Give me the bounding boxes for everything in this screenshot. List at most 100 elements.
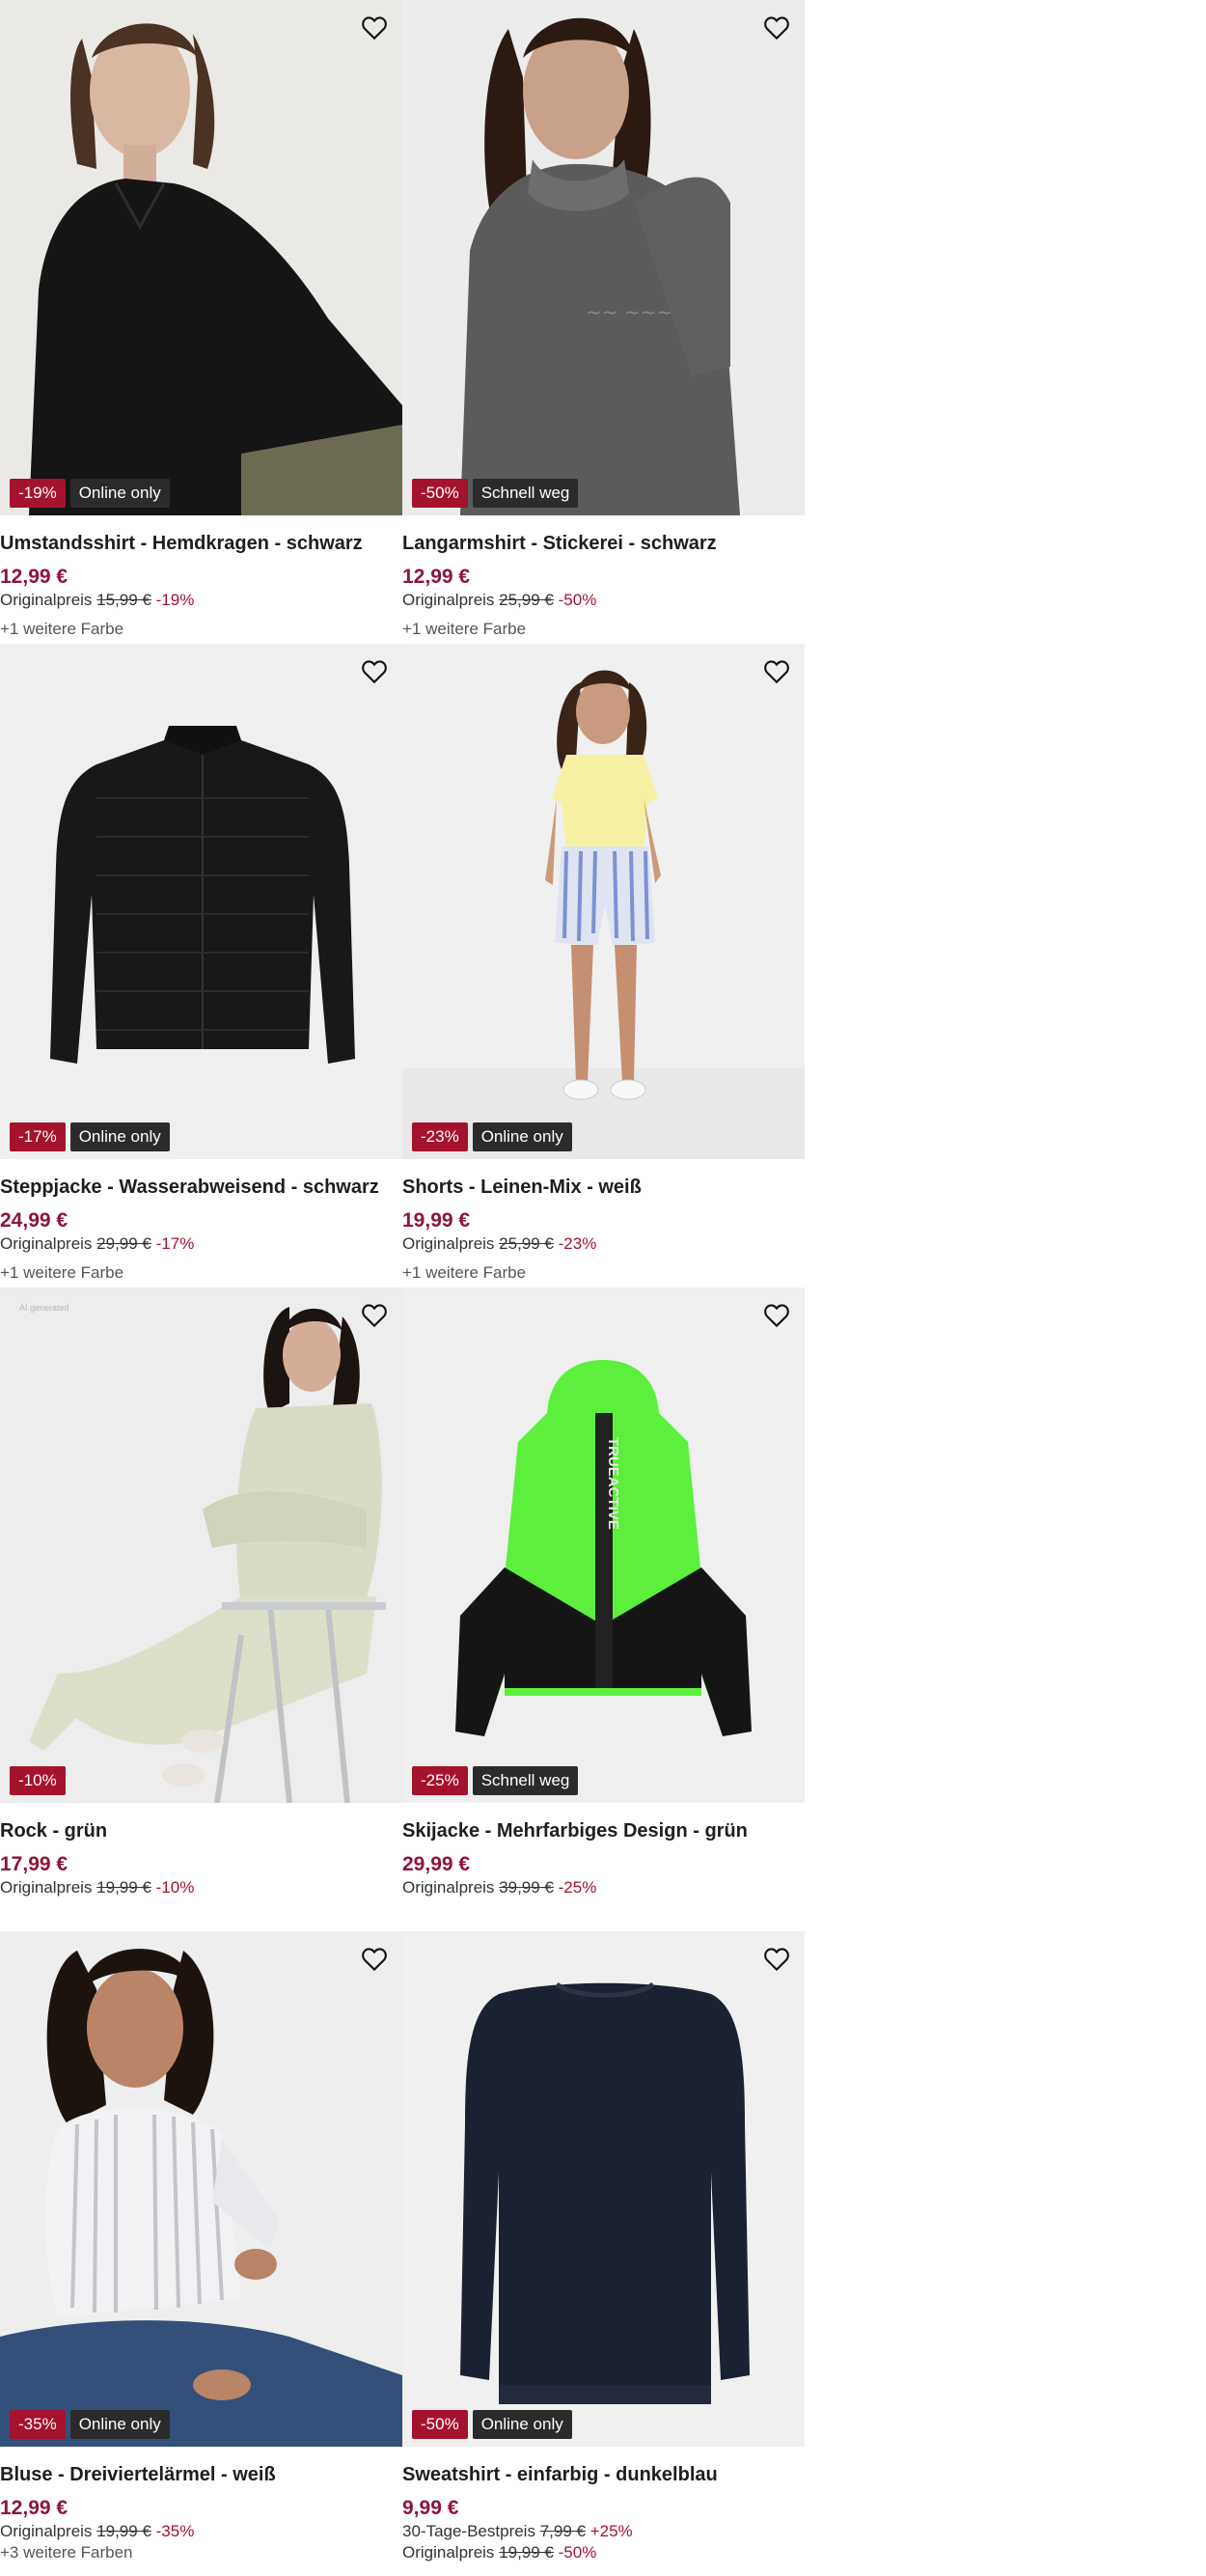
- discount-percent: -23%: [558, 1234, 597, 1253]
- original-price-label: Originalpreis: [402, 1878, 495, 1897]
- original-price-line: Originalpreis 15,99 € -19%: [0, 590, 402, 611]
- heart-outline-icon: [764, 16, 789, 41]
- product-image[interactable]: -35% Online only: [0, 1931, 402, 2447]
- product-info: Steppjacke - Wasserabweisend - schwarz 2…: [0, 1175, 402, 1284]
- original-price-line: Originalpreis 25,99 € -23%: [402, 1233, 805, 1255]
- original-price: 19,99 €: [96, 2522, 151, 2540]
- ai-generated-note: AI generated: [19, 1303, 69, 1313]
- original-price-label: Originalpreis: [0, 1234, 93, 1253]
- favorite-button[interactable]: [358, 655, 391, 688]
- discount-percent: -50%: [558, 2543, 597, 2562]
- more-colors-link[interactable]: +1 weitere Farbe: [402, 1262, 805, 1284]
- discount-badge: -25%: [412, 1766, 468, 1795]
- product-photo: [0, 0, 402, 515]
- product-price: 12,99 €: [0, 566, 69, 588]
- discount-percent: -25%: [558, 1878, 597, 1897]
- badge-group: -23% Online only: [412, 1122, 572, 1151]
- product-name[interactable]: Bluse - Dreiviertelärmel - weiß: [0, 2462, 402, 2487]
- original-price-label: Originalpreis: [402, 591, 495, 609]
- original-price-line: Originalpreis 39,99 € -25%: [402, 1877, 805, 1898]
- original-price-label: Originalpreis: [0, 591, 93, 609]
- product-price: 29,99 €: [402, 1853, 471, 1875]
- favorite-button[interactable]: [760, 655, 793, 688]
- best-price-line: 30-Tage-Bestpreis 7,99 € +25%: [402, 2521, 805, 2542]
- more-colors-link[interactable]: +1 weitere Farbe: [0, 1262, 402, 1284]
- favorite-button[interactable]: [358, 1299, 391, 1332]
- original-price: 39,99 €: [499, 1878, 554, 1897]
- product-name[interactable]: Shorts - Leinen-Mix - weiß: [402, 1175, 805, 1200]
- product-image[interactable]: TRUEACTIVE -25% Schnell weg: [402, 1288, 805, 1803]
- online-only-badge: Online only: [69, 479, 170, 508]
- product-image[interactable]: -23% Online only: [402, 644, 805, 1159]
- product-info: Shorts - Leinen-Mix - weiß 19,99 € Origi…: [402, 1175, 805, 1284]
- original-price-label: Originalpreis: [402, 1234, 495, 1253]
- favorite-button[interactable]: [358, 1943, 391, 1976]
- product-photo: [0, 644, 402, 1159]
- product-price: 12,99 €: [0, 2497, 69, 2519]
- product-image[interactable]: -50% Online only: [402, 1931, 805, 2447]
- badge-group: -25% Schnell weg: [412, 1766, 579, 1795]
- product-name[interactable]: Skijacke - Mehrfarbiges Design - grün: [402, 1818, 805, 1843]
- product-image[interactable]: -19% Online only: [0, 0, 402, 515]
- original-price: 15,99 €: [96, 591, 151, 609]
- original-price: 25,99 €: [499, 591, 554, 609]
- original-price-line: Originalpreis 19,99 € -50%: [402, 2542, 805, 2563]
- more-colors-link[interactable]: +3 weitere Farben: [0, 2542, 402, 2563]
- original-price: 19,99 €: [499, 2543, 554, 2562]
- online-only-badge: Online only: [472, 2410, 572, 2439]
- product-photo: [402, 1931, 805, 2447]
- product-photo: TRUEACTIVE: [402, 1288, 805, 1803]
- favorite-button[interactable]: [760, 1943, 793, 1976]
- badge-group: -19% Online only: [10, 479, 170, 508]
- discount-badge: -50%: [412, 2410, 468, 2439]
- product-info: Rock - grün 17,99 € Originalpreis 19,99 …: [0, 1818, 402, 1898]
- selling-fast-badge: Schnell weg: [472, 479, 579, 508]
- original-price-label: Originalpreis: [0, 1878, 93, 1897]
- product-price: 24,99 €: [0, 1209, 69, 1232]
- badge-group: -35% Online only: [10, 2410, 170, 2439]
- garment-print-text: TRUEACTIVE: [605, 1437, 621, 1530]
- product-name[interactable]: Sweatshirt - einfarbig - dunkelblau: [402, 2462, 805, 2487]
- best-price: 7,99 €: [539, 2522, 586, 2540]
- product-info: Sweatshirt - einfarbig - dunkelblau 9,99…: [402, 2462, 805, 2563]
- discount-badge: -50%: [412, 479, 468, 508]
- favorite-button[interactable]: [760, 1299, 793, 1332]
- heart-outline-icon: [362, 1304, 387, 1328]
- product-photo: ~~ ~~~: [402, 0, 805, 515]
- badge-group: -50% Schnell weg: [412, 479, 579, 508]
- product-image[interactable]: -17% Online only: [0, 644, 402, 1159]
- product-image[interactable]: AI generated -10%: [0, 1288, 402, 1803]
- product-image[interactable]: ~~ ~~~ -50% Schnell weg: [402, 0, 805, 515]
- best-price-percent: +25%: [589, 2522, 633, 2540]
- online-only-badge: Online only: [472, 1122, 572, 1151]
- selling-fast-badge: Schnell weg: [472, 1766, 579, 1795]
- badge-group: -10%: [10, 1766, 66, 1795]
- product-name[interactable]: Langarmshirt - Stickerei - schwarz: [402, 531, 805, 556]
- more-colors-link[interactable]: +1 weitere Farbe: [402, 619, 805, 640]
- product-name[interactable]: Umstandsshirt - Hemdkragen - schwarz: [0, 531, 402, 556]
- original-price: 19,99 €: [96, 1878, 151, 1897]
- product-photo: [402, 644, 805, 1159]
- online-only-badge: Online only: [69, 1122, 170, 1151]
- favorite-button[interactable]: [358, 12, 391, 44]
- original-price: 29,99 €: [96, 1234, 151, 1253]
- original-price-line: Originalpreis 19,99 € -10%: [0, 1877, 402, 1898]
- product-info: Skijacke - Mehrfarbiges Design - grün 29…: [402, 1818, 805, 1898]
- product-name[interactable]: Steppjacke - Wasserabweisend - schwarz: [0, 1175, 402, 1200]
- original-price: 25,99 €: [499, 1234, 554, 1253]
- product-name[interactable]: Rock - grün: [0, 1818, 402, 1843]
- discount-badge: -23%: [412, 1122, 468, 1151]
- discount-percent: -35%: [155, 2522, 195, 2540]
- product-price: 9,99 €: [402, 2497, 459, 2519]
- heart-outline-icon: [764, 1304, 789, 1328]
- discount-badge: -10%: [10, 1766, 66, 1795]
- best-price-label: 30-Tage-Bestpreis: [402, 2522, 535, 2540]
- original-price-line: Originalpreis 19,99 € -35%: [0, 2521, 402, 2542]
- more-colors-link[interactable]: +1 weitere Farbe: [0, 619, 402, 640]
- favorite-button[interactable]: [760, 12, 793, 44]
- product-price: 12,99 €: [402, 566, 471, 588]
- product-photo: AI generated: [0, 1288, 402, 1803]
- product-price: 17,99 €: [0, 1853, 69, 1875]
- product-info: Bluse - Dreiviertelärmel - weiß 12,99 € …: [0, 2462, 402, 2563]
- badge-group: -50% Online only: [412, 2410, 572, 2439]
